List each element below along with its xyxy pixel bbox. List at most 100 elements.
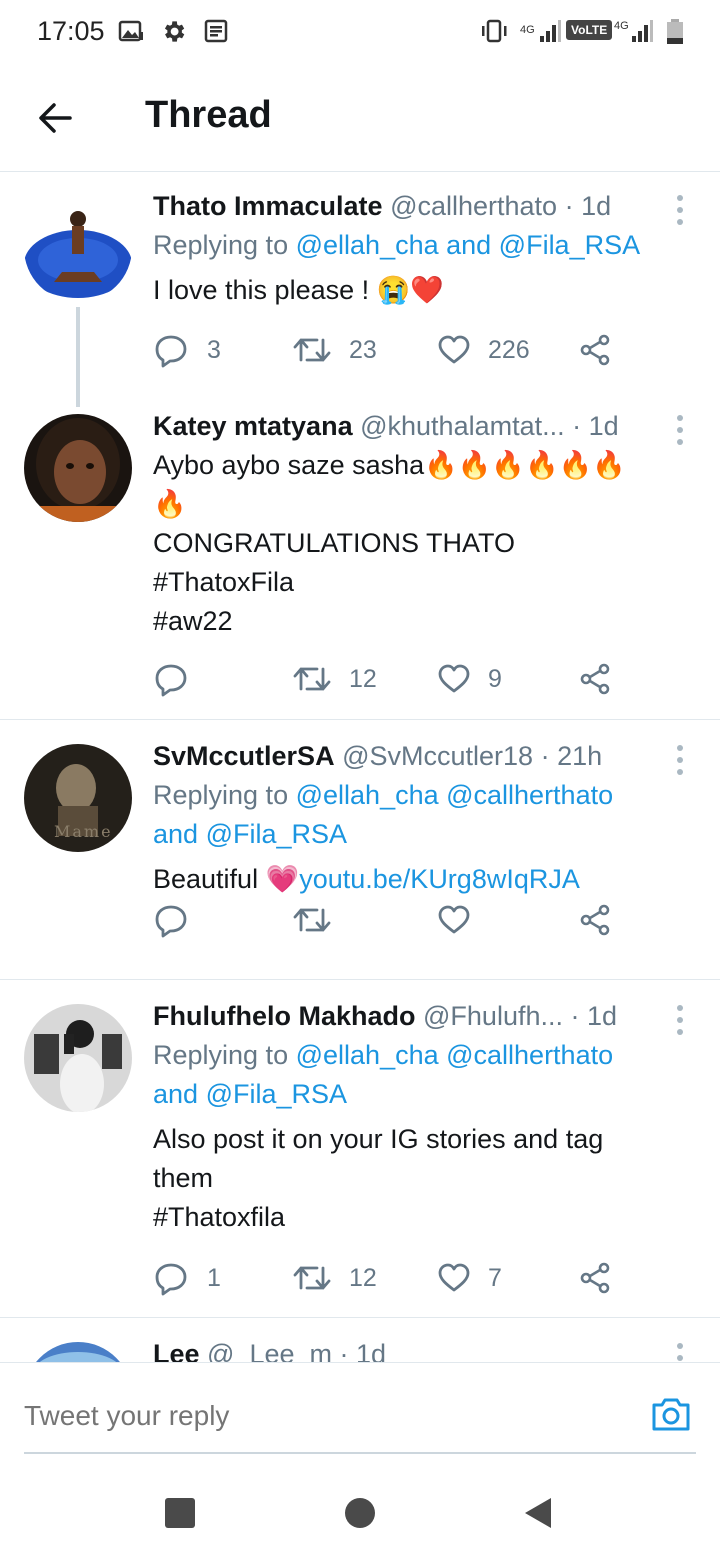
- share-button[interactable]: [579, 659, 611, 699]
- recent-apps-button[interactable]: [163, 1496, 197, 1530]
- user-name[interactable]: Thato Immaculate: [153, 191, 383, 221]
- replying-to: Replying to @ellah_cha and @Fila_RSA: [153, 226, 673, 265]
- hashtag-link[interactable]: #aw22: [153, 602, 673, 641]
- tweet-emoji: 😭❤️: [376, 275, 444, 305]
- square-icon: [165, 1498, 195, 1528]
- page-title: Thread: [145, 94, 272, 136]
- share-icon: [580, 904, 610, 936]
- news-notification-icon: [204, 19, 228, 43]
- tweet-header: SvMccutlerSA @SvMccutler18 · 21h: [153, 737, 673, 776]
- reply-button[interactable]: 1: [153, 1258, 221, 1298]
- like-button[interactable]: 226: [438, 330, 530, 370]
- tweet[interactable]: Thato Immaculate @callherthato · 1d Repl…: [0, 172, 720, 407]
- retweet-icon: [293, 338, 331, 362]
- share-button[interactable]: [579, 330, 611, 370]
- tweet[interactable]: Katey mtatyana @khuthalamtat... · 1d Ayb…: [0, 392, 720, 720]
- like-button[interactable]: 7: [438, 1258, 502, 1298]
- tweet-link[interactable]: youtu.be/KUrg8wIqRJA: [299, 864, 580, 894]
- fire-emoji-row: 🔥🔥🔥🔥🔥🔥: [424, 450, 626, 480]
- status-time: 17:05: [37, 16, 105, 46]
- camera-button[interactable]: [648, 1391, 694, 1437]
- tweet-body: SvMccutlerSA @SvMccutler18 · 21h Replyin…: [153, 737, 673, 899]
- user-name[interactable]: Lee: [153, 1339, 200, 1362]
- tweet-header: Fhulufhelo Makhado @Fhulufh... · 1d: [153, 997, 673, 1036]
- avatar[interactable]: [24, 1342, 132, 1362]
- system-back-button[interactable]: [521, 1496, 555, 1530]
- home-button[interactable]: [343, 1496, 377, 1530]
- tweet-text-line: Aybo aybo saze sasha: [153, 450, 425, 480]
- tweet[interactable]: Mame SvMccutlerSA @SvMccutler18 · 21h Re…: [0, 720, 720, 980]
- vibrate-icon: [482, 19, 507, 43]
- thread-list[interactable]: Thato Immaculate @callherthato · 1d Repl…: [0, 172, 720, 1362]
- avatar[interactable]: [24, 1004, 132, 1112]
- replying-mentions[interactable]: @ellah_cha @callherthato: [296, 1040, 614, 1070]
- user-name[interactable]: Fhulufhelo Makhado: [153, 1001, 416, 1031]
- tweet-body: Katey mtatyana @khuthalamtat... · 1d Ayb…: [153, 407, 673, 641]
- tweet-actions: [153, 900, 623, 940]
- replying-mention[interactable]: @Fila_RSA: [206, 1079, 347, 1109]
- replying-mentions[interactable]: @ellah_cha and @Fila_RSA: [296, 230, 641, 260]
- user-handle: @khuthalamtat...: [360, 411, 565, 441]
- share-icon: [580, 1262, 610, 1294]
- hashtag-link[interactable]: #ThatoxFila: [153, 563, 673, 602]
- triangle-back-icon: [525, 1498, 551, 1528]
- heart-icon: [438, 905, 470, 934]
- tweet-actions: 12 9: [153, 659, 623, 699]
- tweet-text-line: them: [153, 1163, 214, 1193]
- tweet-time: · 1d: [572, 411, 619, 441]
- user-name[interactable]: Katey mtatyana: [153, 411, 353, 441]
- tweet-reply-input[interactable]: [24, 1391, 624, 1441]
- avatar[interactable]: Mame: [24, 744, 132, 852]
- retweet-button[interactable]: 12: [293, 659, 377, 699]
- more-options-button[interactable]: [670, 742, 690, 778]
- user-handle: @callherthato: [390, 191, 558, 221]
- share-button[interactable]: [579, 900, 611, 940]
- tweet-text: Beautiful 💗youtu.be/KUrg8wIqRJA: [153, 860, 673, 899]
- tweet-header: Katey mtatyana @khuthalamtat... · 1d: [153, 407, 673, 446]
- user-name[interactable]: SvMccutlerSA: [153, 741, 335, 771]
- avatar[interactable]: [24, 414, 132, 522]
- camera-icon: [652, 1398, 690, 1431]
- like-button[interactable]: 9: [438, 659, 502, 699]
- tweet-actions: 3 23 226: [153, 330, 623, 370]
- tweet-time: · 1d: [339, 1339, 387, 1362]
- battery-icon: [667, 19, 683, 44]
- tweet-text-line: CONGRATULATIONS THATO: [153, 528, 516, 558]
- avatar[interactable]: [24, 194, 132, 302]
- tweet-header: Thato Immaculate @callherthato · 1d: [153, 187, 673, 226]
- tweet-actions: 1 12 7: [153, 1258, 623, 1298]
- more-options-button[interactable]: [670, 412, 690, 448]
- retweet-button[interactable]: [293, 900, 331, 940]
- more-options-button[interactable]: [670, 192, 690, 228]
- user-handle: @Fhulufh...: [423, 1001, 563, 1031]
- avatar-image: [24, 1004, 132, 1112]
- tweet-text: Aybo aybo saze sasha🔥🔥🔥🔥🔥🔥: [153, 446, 673, 485]
- reply-button[interactable]: [153, 659, 207, 699]
- replying-prefix: Replying to: [153, 1040, 289, 1070]
- reply-icon: [155, 1263, 187, 1296]
- reply-button[interactable]: 3: [153, 330, 221, 370]
- retweet-button[interactable]: 12: [293, 1258, 377, 1298]
- reply-icon: [155, 664, 187, 697]
- network-type-2: 4G: [614, 20, 629, 32]
- like-count: 226: [488, 335, 530, 364]
- tweet-text-content: Beautiful: [153, 864, 259, 894]
- more-options-button[interactable]: [670, 1340, 690, 1362]
- hashtag-link[interactable]: #Thatoxfila: [153, 1198, 673, 1237]
- tweet-text-content: I love this please !: [153, 275, 370, 305]
- reply-count: 3: [207, 335, 221, 364]
- tweet-time: · 21h: [540, 741, 603, 771]
- tweet[interactable]: Lee @_Lee_m · 1d: [0, 1318, 720, 1362]
- like-button[interactable]: [438, 900, 470, 940]
- replying-mentions[interactable]: @ellah_cha @callherthato: [296, 780, 614, 810]
- more-options-button[interactable]: [670, 1002, 690, 1038]
- tweet-body: Thato Immaculate @callherthato · 1d Repl…: [153, 187, 673, 310]
- heart-icon: [438, 335, 470, 364]
- back-button[interactable]: [30, 96, 82, 140]
- replying-mention[interactable]: @Fila_RSA: [206, 819, 347, 849]
- share-button[interactable]: [579, 1258, 611, 1298]
- tweet[interactable]: Fhulufhelo Makhado @Fhulufh... · 1d Repl…: [0, 980, 720, 1318]
- reply-button[interactable]: [153, 900, 189, 940]
- signal-strength-icon-1: [540, 20, 561, 42]
- retweet-button[interactable]: 23: [293, 330, 377, 370]
